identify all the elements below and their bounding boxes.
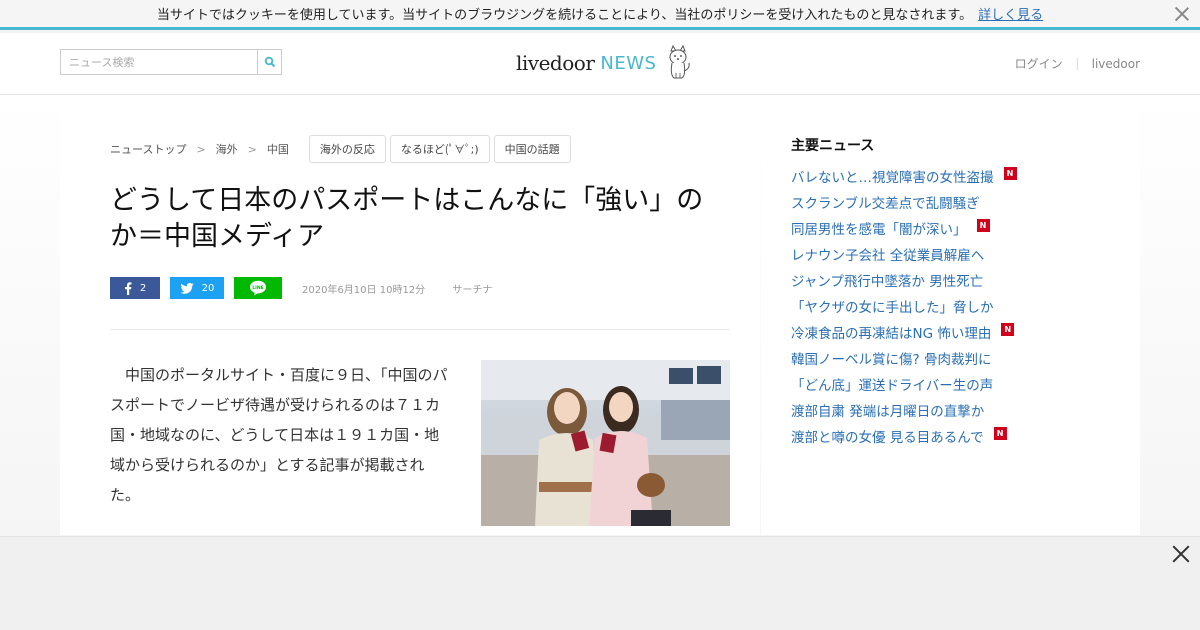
search-button[interactable] [257,50,281,74]
news-item[interactable]: スクランブル交差点で乱闘騒ぎ [791,189,1017,215]
news-item-text: 「ヤクザの女に手出した」脅しか [791,300,994,316]
new-badge: N [1003,166,1017,180]
cookie-close-icon[interactable] [1174,6,1190,22]
svg-text:LINE: LINE [252,285,264,291]
tag-overseas-reaction[interactable]: 海外の反応 [308,135,386,163]
twitter-icon [180,282,194,294]
chevron-right-icon: > [196,142,206,156]
news-item-text: 韓国ノーベル賞に傷? 骨肉裁判に [791,352,992,368]
search-input[interactable] [61,50,257,74]
cookie-message: 当サイトではクッキーを使用しています。当サイトのブラウジングを続けることにより、… [156,8,973,23]
search-box [60,49,282,75]
facebook-icon [124,281,132,295]
news-item-text: レナウン子会社 全従業員解雇へ [791,248,985,264]
logo-livedoor: livedoor [516,51,595,75]
news-item[interactable]: 「どん底」運送ドライバー生の声 [791,371,1017,397]
cookie-banner: 当サイトではクッキーを使用しています。当サイトのブラウジングを続けることにより、… [0,0,1200,30]
article-source[interactable]: サーチナ [452,285,492,296]
facebook-share-button[interactable]: 2 [110,277,160,299]
topic-tags: 海外の反応 なるほど(ﾟ∀ﾟ;) 中国の話題 [305,135,571,163]
tag-china-topics[interactable]: 中国の話題 [493,135,571,163]
article-photo[interactable] [481,360,730,526]
new-badge: N [993,426,1007,440]
new-badge: N [1001,322,1015,336]
article-divider [110,329,730,330]
dog-mascot-icon [669,45,691,79]
breadcrumb-item-china[interactable]: 中国 [267,141,289,157]
twitter-count: 20 [201,282,215,294]
news-item-text: 「どん底」運送ドライバー生の声 [791,378,994,394]
news-item[interactable]: 渡部と噂の女優 見る目あるんで N [791,423,1017,449]
bottom-ad-overlay [0,536,1200,630]
search-icon [264,56,276,68]
news-item[interactable]: 渡部自粛 発端は月曜日の直撃か [791,397,1017,423]
news-item-text: 渡部と噂の女優 見る目あるんで [791,430,984,446]
logo-news: NEWS [600,52,657,74]
news-item[interactable]: レナウン子会社 全従業員解雇へ [791,241,1017,267]
news-item[interactable]: 「ヤクザの女に手出した」脅しか [791,293,1017,319]
breadcrumb: ニューストップ > 海外 > 中国 海外の反応 なるほど(ﾟ∀ﾟ;) 中国の話題 [110,135,571,163]
new-badge: N [976,218,990,232]
twitter-share-button[interactable]: 20 [170,277,224,299]
news-item[interactable]: ジャンプ飛行中墜落か 男性死亡 [791,267,1017,293]
article-title: どうして日本のパスポートはこんなに「強い」のか＝中国メディア [110,185,704,252]
news-item[interactable]: バレないと…視覚障害の女性盗撮 N [791,163,1017,189]
breadcrumb-item-overseas[interactable]: 海外 [216,141,238,157]
livedoor-link[interactable]: livedoor [1092,57,1140,71]
header-divider [1076,57,1078,70]
article-body: 中国のポータルサイト・百度に９日、「中国のパスポートでノービザ待遇が受けられるの… [110,366,448,504]
top-news-list: バレないと…視覚障害の女性盗撮 N スクランブル交差点で乱闘騒ぎ 同居男性を感電「… [791,163,1017,449]
news-item[interactable]: 同居男性を感電「闇が深い」 N [791,215,1017,241]
tag-i-see[interactable]: なるほど(ﾟ∀ﾟ;) [389,135,490,163]
news-item-text: スクランブル交差点で乱闘騒ぎ [791,196,980,212]
news-item[interactable]: 冷凍食品の再凍結はNG 怖い理由 N [791,319,1017,345]
news-item[interactable]: 韓国ノーベル賞に傷? 骨肉裁判に [791,345,1017,371]
site-logo[interactable]: livedoor NEWS [516,45,692,81]
sidebar: 主要ニュース バレないと…視覚障害の女性盗撮 N スクランブル交差点で乱闘騒ぎ 同… [761,95,1140,535]
facebook-count: 2 [139,282,147,294]
airport-travelers-image [481,360,730,526]
news-item-text: 渡部自粛 発端は月曜日の直撃か [791,404,985,420]
login-link[interactable]: ログイン [1015,55,1063,72]
article-date: 2020年6月10日 10時12分 [302,284,426,296]
news-item-text: バレないと…視覚障害の女性盗撮 [791,170,994,186]
cookie-details-link[interactable]: 詳しく見る [978,4,1043,23]
breadcrumb-item-news-top[interactable]: ニューストップ [110,141,186,157]
share-bar: 2 20 LINE 2020年6月10日 10時12分 サーチナ [110,277,492,299]
news-item-text: 冷凍食品の再凍結はNG 怖い理由 [791,326,992,342]
sidebar-title: 主要ニュース [791,138,875,154]
article-meta: 2020年6月10日 10時12分 サーチナ [302,281,492,296]
line-icon: LINE [250,280,266,296]
close-ad-icon[interactable] [1172,545,1190,563]
header-links: ログイン livedoor [1015,55,1140,72]
news-item-text: ジャンプ飛行中墜落か 男性死亡 [791,274,984,290]
news-item-text: 同居男性を感電「闇が深い」 [791,222,967,238]
site-header: livedoor NEWS ログイン livedoor [0,33,1200,95]
line-share-button[interactable]: LINE [234,277,282,299]
chevron-right-icon: > [247,142,257,156]
article-main: ニューストップ > 海外 > 中国 海外の反応 なるほど(ﾟ∀ﾟ;) 中国の話題… [60,95,760,535]
